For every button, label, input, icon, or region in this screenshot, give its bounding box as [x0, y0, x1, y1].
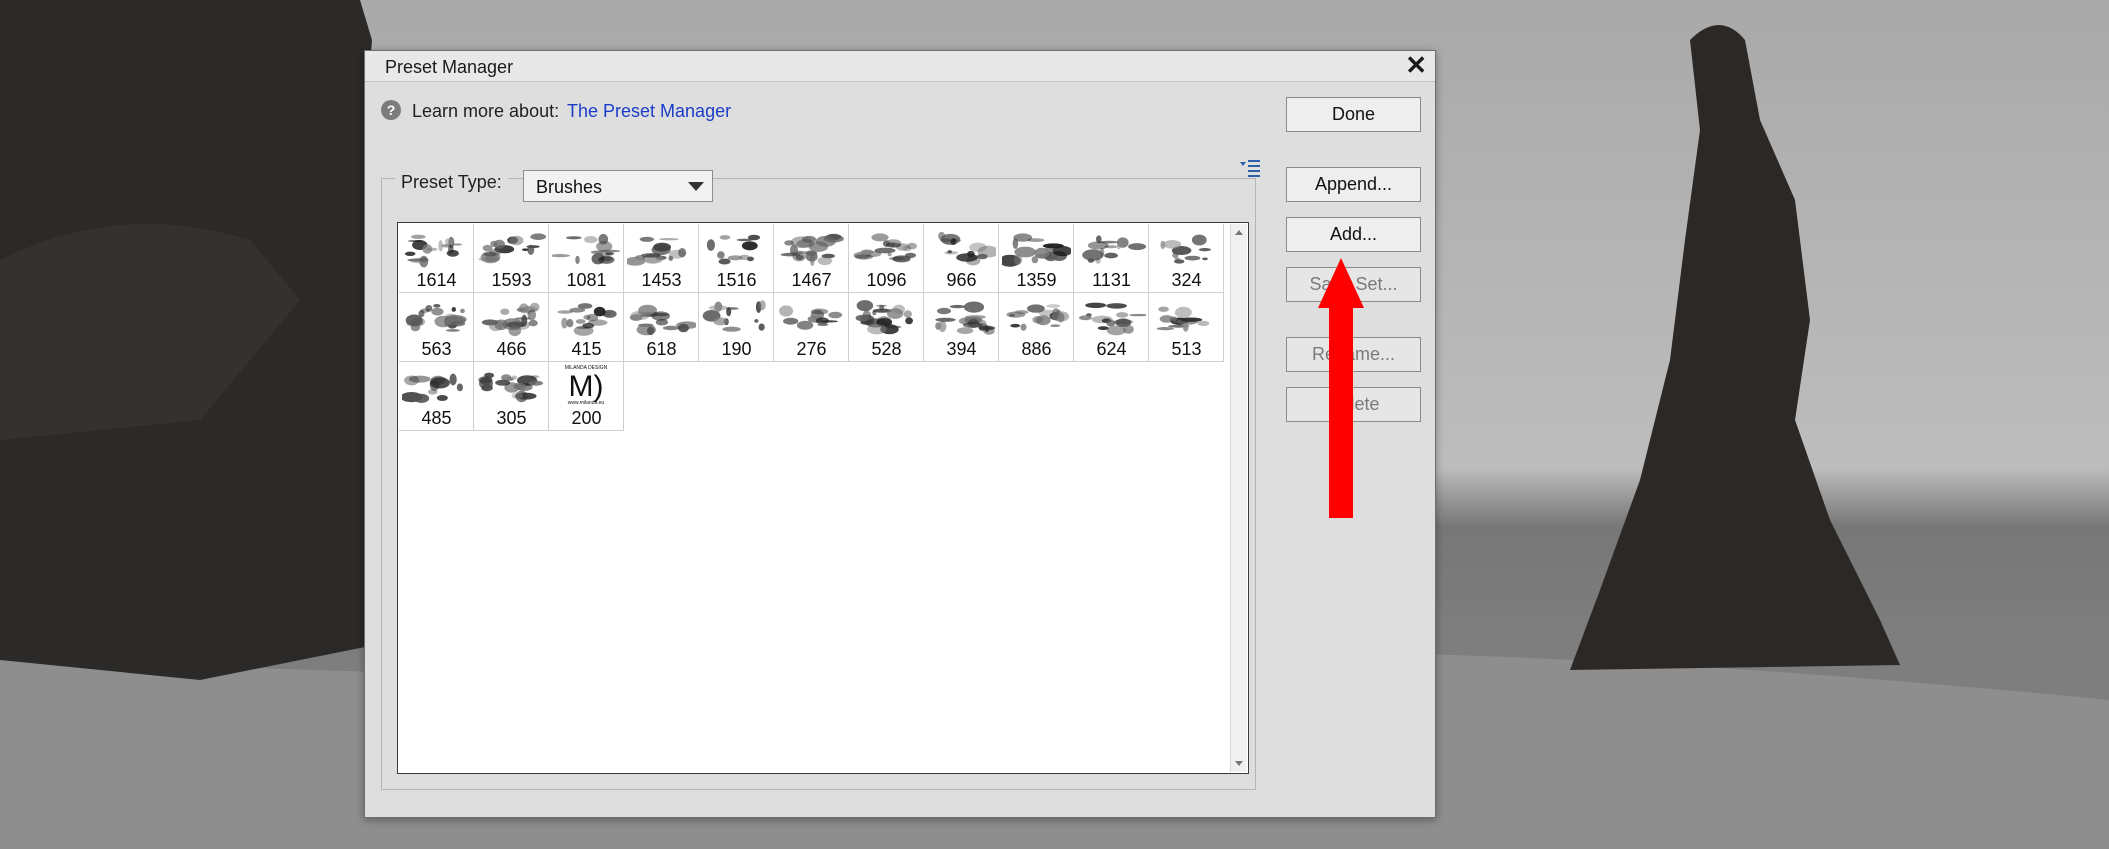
cloud-brush-thumbnail [627, 236, 687, 266]
brush-grid: 1614 1593 1081 1453 1516 1467 1096 966 1359 1131 3… [397, 222, 1249, 774]
brush-preset[interactable]: 966 [924, 224, 999, 293]
brush-size-label: 1593 [491, 270, 532, 290]
cloud-brush-thumbnail [557, 303, 617, 336]
scroll-up-icon[interactable] [1235, 230, 1243, 235]
brush-preset[interactable]: 1359 [999, 224, 1074, 293]
cloud-brush-thumbnail [938, 231, 996, 266]
vertical-scrollbar[interactable] [1230, 224, 1247, 772]
brush-size-label: 324 [1171, 270, 1202, 290]
brush-preset[interactable]: 305 [474, 362, 549, 431]
brush-preset[interactable]: 1516 [699, 224, 774, 293]
brush-size-label: 886 [1021, 339, 1052, 359]
brush-logo-bottom-text: www.milanda.eu [568, 400, 605, 406]
cloud-brush-thumbnail [779, 305, 843, 330]
cloud-brush-thumbnail [404, 234, 463, 268]
brush-size-label: 618 [646, 339, 677, 359]
brush-size-label: 190 [721, 339, 752, 359]
brush-preset[interactable]: 485 [399, 362, 474, 431]
brush-preset[interactable]: 1453 [624, 224, 699, 293]
cloud-brush-thumbnail [629, 304, 696, 336]
chevron-down-icon [688, 182, 704, 191]
brush-preset[interactable]: 624 [1074, 293, 1149, 362]
cloud-brush-thumbnail [935, 301, 996, 335]
append-button[interactable]: Append... [1286, 167, 1421, 202]
brush-size-label: 1516 [716, 270, 757, 290]
cloud-brush-thumbnail [1160, 234, 1211, 264]
brush-preset[interactable]: 415 [549, 293, 624, 362]
brush-size-label: 513 [1171, 339, 1202, 359]
brush-preset[interactable]: 1467 [774, 224, 849, 293]
close-icon[interactable]: ✕ [1405, 52, 1427, 78]
title-bar: Preset Manager ✕ [365, 51, 1435, 82]
brush-size-label: 624 [1096, 339, 1127, 359]
help-icon[interactable]: ? [381, 100, 401, 120]
preset-manager-dialog: Preset Manager ✕ ? Learn more about: The… [364, 50, 1436, 818]
brush-preset[interactable]: 324 [1149, 224, 1224, 293]
cloud-brush-thumbnail [853, 233, 917, 263]
brush-logo-mark: M) [569, 370, 604, 403]
brush-size-label: 1359 [1016, 270, 1057, 290]
cloud-brush-thumbnail [478, 372, 543, 403]
preset-type-value: Brushes [536, 177, 603, 197]
learn-more-label: Learn more about: [412, 101, 560, 121]
brush-preset[interactable]: 563 [399, 293, 474, 362]
brush-preset[interactable]: 190 [699, 293, 774, 362]
cloud-brush-thumbnail [1006, 304, 1070, 331]
cloud-brush-thumbnail [402, 373, 463, 403]
brush-size-label: 394 [946, 339, 977, 359]
brush-size-label: 1467 [791, 270, 832, 290]
panel-menu-icon[interactable] [1239, 159, 1261, 177]
cloud-brush-thumbnail [1002, 233, 1071, 267]
brush-size-label: 563 [421, 339, 452, 359]
brush-size-label: 1453 [641, 270, 682, 290]
brush-size-label: 966 [946, 270, 977, 290]
cloud-brush-thumbnail [1082, 235, 1146, 264]
preset-type-label: Preset Type: [395, 172, 508, 193]
brush-size-label: 1131 [1092, 270, 1131, 290]
cloud-brush-thumbnail [702, 300, 766, 332]
cloud-brush-thumbnail [405, 304, 467, 332]
brush-size-label: 528 [871, 339, 902, 359]
cloud-brush-thumbnail [481, 302, 540, 337]
cloud-brush-thumbnail [478, 233, 546, 264]
done-button[interactable]: Done [1286, 97, 1421, 132]
scroll-down-icon[interactable] [1235, 761, 1243, 766]
brush-preset[interactable]: 886 [999, 293, 1074, 362]
preset-manager-help-link[interactable]: The Preset Manager [567, 101, 731, 122]
brush-size-label: 1614 [416, 270, 457, 290]
cloud-brush-thumbnail [855, 300, 913, 335]
brush-size-label: 276 [796, 339, 827, 359]
brush-size-label: 1081 [566, 270, 607, 290]
brush-preset[interactable]: 528 [849, 293, 924, 362]
cloud-brush-thumbnail [552, 233, 621, 265]
cloud-brush-thumbnail [780, 233, 844, 267]
brush-preset[interactable]: 1614 [399, 224, 474, 293]
brush-preset[interactable]: 618 [624, 293, 699, 362]
brush-size-label: 1096 [866, 270, 907, 290]
brush-preset[interactable]: 1096 [849, 224, 924, 293]
brush-size-label: 200 [571, 408, 602, 428]
brush-size-label: 466 [496, 339, 527, 359]
brush-preset[interactable]: 1131 [1074, 224, 1149, 293]
brush-preset[interactable]: 276 [774, 293, 849, 362]
brush-size-label: 305 [496, 408, 527, 428]
brush-logo-thumbnail: MILANDA DESIGNM)www.milanda.eu [565, 365, 608, 406]
cloud-brush-thumbnail [1156, 306, 1210, 332]
cloud-brush-thumbnail [1078, 302, 1146, 336]
brush-size-label: 485 [421, 408, 452, 428]
preset-type-select[interactable]: Brushes [523, 170, 713, 202]
brush-preset[interactable]: 513 [1149, 293, 1224, 362]
brush-size-label: 415 [571, 339, 602, 359]
red-arrow-icon [1318, 258, 1364, 518]
dialog-title: Preset Manager [385, 57, 514, 77]
cloud-brush-thumbnail [706, 234, 760, 265]
brush-preset[interactable]: 466 [474, 293, 549, 362]
brush-preset[interactable]: 1593 [474, 224, 549, 293]
brush-preset[interactable]: MILANDA DESIGN M) www.milanda.eu 200 [549, 362, 624, 431]
add-button[interactable]: Add... [1286, 217, 1421, 252]
brush-preset[interactable]: 1081 [549, 224, 624, 293]
brush-preset[interactable]: 394 [924, 293, 999, 362]
